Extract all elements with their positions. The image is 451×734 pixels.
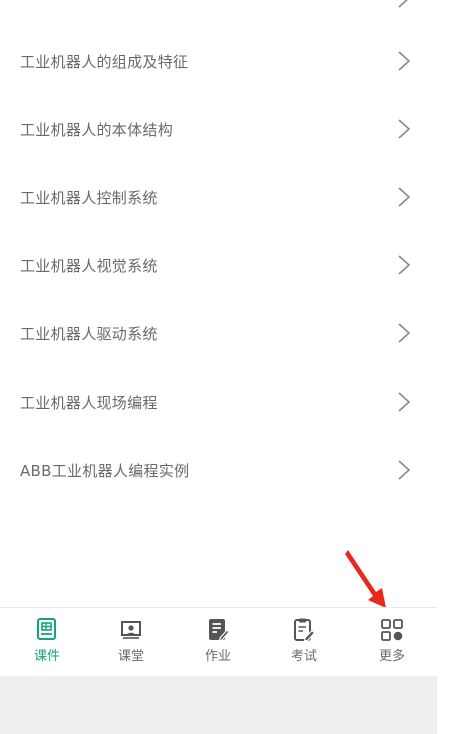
chevron-right-icon — [397, 459, 411, 481]
list-item[interactable]: 工业机器人的组成及特征 — [0, 41, 437, 81]
list-item-label: ABB工业机器人编程实例 — [20, 461, 190, 480]
tab-label: 更多 — [378, 649, 405, 664]
list-item[interactable]: 工业机器人的本体结构 — [0, 109, 437, 149]
list-item[interactable]: 工业机器人视觉系统 — [0, 245, 437, 285]
classroom-icon — [118, 617, 144, 643]
list-item-label: 工业机器人的组成及特征 — [20, 52, 189, 71]
tab-exam[interactable]: 考试 — [272, 617, 336, 664]
chevron-right-icon — [397, 391, 411, 413]
courseware-icon — [34, 617, 60, 643]
tab-label: 作业 — [204, 649, 231, 664]
chevron-right-icon — [397, 186, 411, 208]
chevron-right-icon — [397, 322, 411, 344]
tab-homework[interactable]: 作业 — [186, 617, 250, 664]
list-item-label: 工业机器人控制系统 — [20, 188, 158, 207]
list-item[interactable]: 工业机器人驱动系统 — [0, 313, 437, 353]
tab-courseware[interactable]: 课件 — [15, 617, 79, 664]
list-item-label: 工业机器人现场编程 — [20, 393, 158, 412]
chevron-right-icon — [397, 0, 411, 9]
tab-label: 考试 — [290, 649, 317, 664]
chevron-right-icon — [397, 254, 411, 276]
list-item[interactable]: ABB工业机器人编程实例 — [0, 450, 437, 490]
list-item-label: 工业机器人视觉系统 — [20, 256, 158, 275]
tab-classroom[interactable]: 课堂 — [99, 617, 163, 664]
list-item-label: 工业机器人驱动系统 — [20, 324, 158, 343]
list-item[interactable]: 工业机器人控制系统 — [0, 177, 437, 217]
list-item-label: 工业机器人的本体结构 — [20, 120, 174, 139]
chevron-right-icon — [397, 118, 411, 140]
tab-label: 课件 — [33, 649, 60, 664]
tab-more[interactable]: 更多 — [360, 617, 424, 664]
chevron-right-icon — [397, 50, 411, 72]
list-item[interactable] — [0, 0, 437, 18]
more-grid-icon — [379, 617, 405, 643]
bottom-tab-bar: 课件 课堂 作业 考试 更多 — [0, 607, 437, 676]
list-item[interactable]: 工业机器人现场编程 — [0, 382, 437, 422]
annotation-arrow-icon — [345, 550, 386, 608]
exam-icon — [291, 617, 317, 643]
homework-icon — [205, 617, 231, 643]
tab-label: 课堂 — [117, 649, 144, 664]
system-bottom-bar — [0, 676, 437, 734]
